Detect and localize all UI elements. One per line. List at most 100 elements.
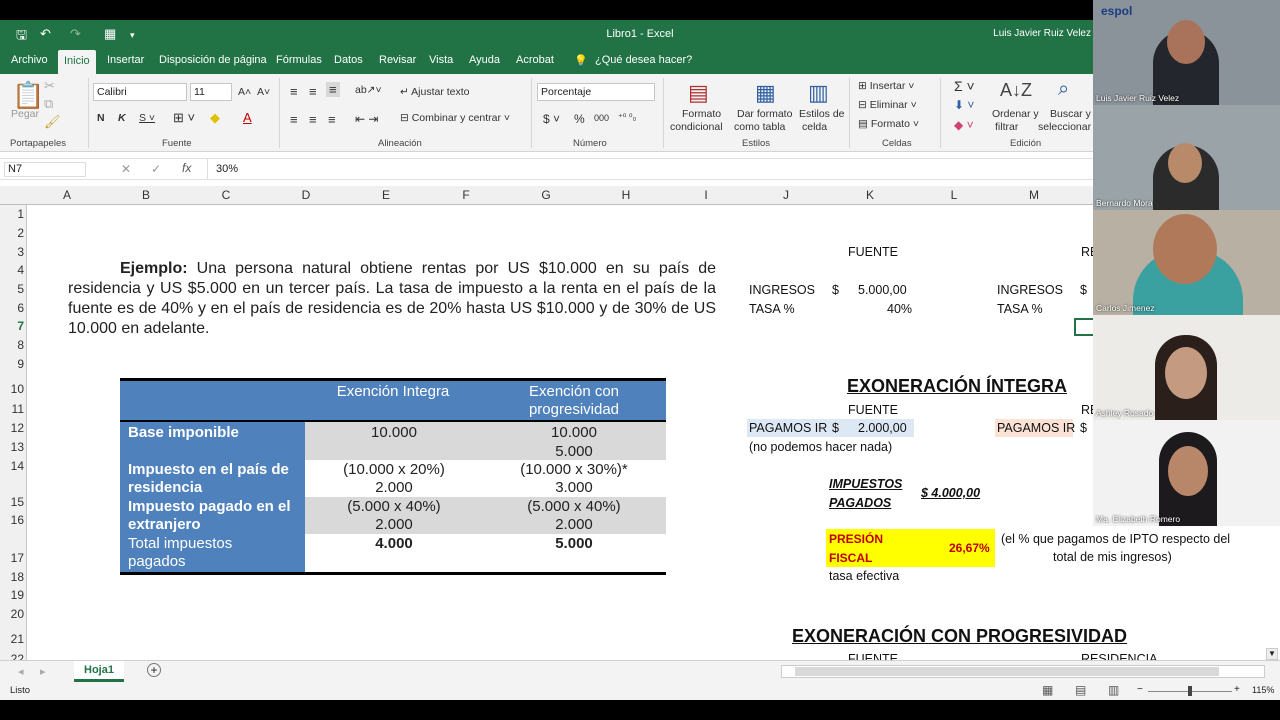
name-box[interactable]: N7 — [4, 162, 86, 177]
column-header[interactable]: K — [830, 188, 910, 202]
video-tile-bernardo[interactable]: Bernardo Mora — [1093, 105, 1280, 210]
align-center-icon[interactable]: ≡ — [309, 112, 317, 127]
sort-filter-label-1[interactable]: Ordenar y — [992, 108, 1039, 120]
align-bottom-icon[interactable]: ≡ — [326, 82, 340, 97]
cell-styles-label-1[interactable]: Estilos de — [799, 108, 845, 120]
tab-archivo[interactable]: Archivo — [11, 54, 48, 66]
normal-view-icon[interactable]: ▦ — [1042, 683, 1053, 697]
tab-inicio[interactable]: Inicio — [58, 50, 96, 74]
row-header[interactable]: 10 — [0, 382, 24, 396]
fx-icon[interactable]: fx — [182, 161, 191, 175]
cell-fuente-2[interactable]: FUENTE — [848, 403, 898, 417]
row-header[interactable]: 11 — [0, 402, 24, 416]
row-header[interactable]: 13 — [0, 440, 24, 454]
row-header[interactable]: 21 — [0, 632, 24, 646]
next-sheet-icon[interactable]: ▸ — [40, 665, 46, 678]
cell-residencia[interactable]: RESIDENCIA — [1081, 652, 1157, 660]
cell-ingresos-value[interactable]: 5.000,00 — [858, 283, 907, 297]
video-tile-host[interactable]: espol Luis Javier Ruiz Velez — [1093, 0, 1280, 105]
cell-pagamos-ir-2[interactable]: PAGAMOS IR — [997, 421, 1075, 435]
cell-styles-label-2[interactable]: celda — [802, 121, 827, 133]
enter-icon[interactable]: ✓ — [151, 162, 161, 176]
column-header[interactable]: H — [586, 188, 666, 202]
percent-icon[interactable]: % — [574, 112, 585, 126]
indent-icons[interactable]: ⇤ ⇥ — [355, 112, 378, 126]
borders-icon[interactable]: ⊞ ˅ — [173, 110, 195, 126]
tab-acrobat[interactable]: Acrobat — [516, 54, 554, 66]
cell-tasa-label-2[interactable]: TASA % — [997, 302, 1043, 316]
find-select-label-1[interactable]: Buscar y — [1050, 108, 1091, 120]
zoom-in-icon[interactable]: + — [1234, 684, 1240, 695]
font-name-select[interactable]: Calibri — [93, 83, 187, 101]
currency-icon[interactable]: $ ˅ — [543, 112, 560, 126]
paste-icon[interactable]: 📋 — [12, 80, 44, 111]
align-left-icon[interactable]: ≡ — [290, 112, 298, 127]
thousands-icon[interactable]: 000 — [594, 113, 609, 123]
cell-tasa-label[interactable]: TASA % — [749, 302, 795, 316]
column-header[interactable]: M — [994, 188, 1074, 202]
sort-filter-icon[interactable]: A↓Z — [1000, 80, 1032, 101]
cell-dollar-4[interactable]: $ — [1080, 421, 1087, 435]
row-header[interactable]: 9 — [0, 357, 24, 371]
format-table-label-1[interactable]: Dar formato — [737, 108, 792, 120]
conditional-format-icon[interactable]: ▤ — [688, 80, 709, 106]
cell-tasa-value[interactable]: 40% — [887, 302, 912, 316]
cell-tasa-efectiva[interactable]: tasa efectiva — [829, 569, 899, 583]
find-select-label-2[interactable]: seleccionar — [1038, 121, 1091, 133]
add-sheet-icon[interactable]: + — [147, 663, 161, 677]
column-header[interactable]: D — [266, 188, 346, 202]
cut-icon[interactable]: ✂ — [44, 78, 55, 94]
cell-dollar[interactable]: $ — [832, 283, 839, 297]
wrap-text-button[interactable]: ↵ Ajustar texto — [400, 86, 470, 98]
row-header[interactable]: 4 — [0, 263, 24, 277]
fill-color-icon[interactable]: ◆ — [210, 110, 220, 126]
column-header[interactable]: I — [666, 188, 746, 202]
cell-styles-icon[interactable]: ▥ — [808, 80, 829, 106]
zoom-level[interactable]: 115% — [1252, 685, 1274, 695]
tab-formulas[interactable]: Fórmulas — [276, 54, 322, 66]
merge-center-button[interactable]: ⊟ Combinar y centrar ˅ — [400, 112, 510, 124]
sheet-tab-hoja1[interactable]: Hoja1 — [74, 661, 124, 682]
row-header[interactable]: 12 — [0, 421, 24, 435]
cell-no-podemos[interactable]: (no podemos hacer nada) — [749, 440, 892, 454]
page-break-icon[interactable]: ▥ — [1108, 683, 1119, 697]
align-top-icon[interactable]: ≡ — [290, 84, 298, 99]
row-header[interactable]: 14 — [0, 459, 24, 473]
insert-cells-button[interactable]: ⊞ Insertar ˅ — [858, 80, 914, 92]
tab-ayuda[interactable]: Ayuda — [469, 54, 500, 66]
bold-icon[interactable]: N — [97, 112, 105, 124]
row-header[interactable]: 17 — [0, 551, 24, 565]
cell-pagamos-ir[interactable]: PAGAMOS IR — [749, 421, 827, 435]
row-header[interactable]: 6 — [0, 301, 24, 315]
video-tile-elizabeth[interactable]: Ma. Elizabeth Romero — [1093, 420, 1280, 526]
column-header[interactable]: F — [426, 188, 506, 202]
heading-exoneracion-progresividad[interactable]: EXONERACIÓN CON PROGRESIVIDAD — [792, 626, 1127, 647]
row-header[interactable]: 20 — [0, 607, 24, 621]
tab-disposicion[interactable]: Disposición de página — [159, 54, 267, 66]
user-name[interactable]: Luis Javier Ruiz Velez — [993, 28, 1091, 39]
align-right-icon[interactable]: ≡ — [328, 112, 336, 127]
underline-icon[interactable]: S ˅ — [139, 112, 155, 124]
grow-font-icon[interactable]: A˄ — [238, 86, 251, 98]
decimal-icons[interactable]: ⁺⁰ ⁰₀ — [618, 112, 636, 123]
font-color-icon[interactable]: A — [243, 110, 252, 125]
row-header[interactable]: 16 — [0, 513, 24, 527]
cell-impuestos[interactable]: IMPUESTOS — [829, 477, 902, 491]
tab-insertar[interactable]: Insertar — [107, 54, 144, 66]
prev-sheet-icon[interactable]: ◂ — [18, 665, 24, 678]
row-header[interactable]: 1 — [0, 207, 24, 221]
tell-me-search[interactable]: ¿Qué desea hacer? — [595, 54, 692, 66]
zoom-out-icon[interactable]: − — [1137, 684, 1143, 695]
tab-revisar[interactable]: Revisar — [379, 54, 416, 66]
format-painter-icon[interactable]: 🖌 — [44, 114, 61, 130]
scrollbar-thumb[interactable] — [795, 667, 1219, 676]
italic-icon[interactable]: K — [118, 112, 126, 124]
tab-datos[interactable]: Datos — [334, 54, 363, 66]
column-header[interactable]: C — [186, 188, 266, 202]
cell-fiscal[interactable]: FISCAL — [829, 551, 872, 565]
cell-pagamos-value[interactable]: 2.000,00 — [858, 421, 907, 435]
column-header[interactable]: A — [27, 188, 107, 202]
sort-filter-label-2[interactable]: filtrar — [995, 121, 1018, 133]
row-header[interactable]: 5 — [0, 282, 24, 296]
column-header[interactable]: E — [346, 188, 426, 202]
